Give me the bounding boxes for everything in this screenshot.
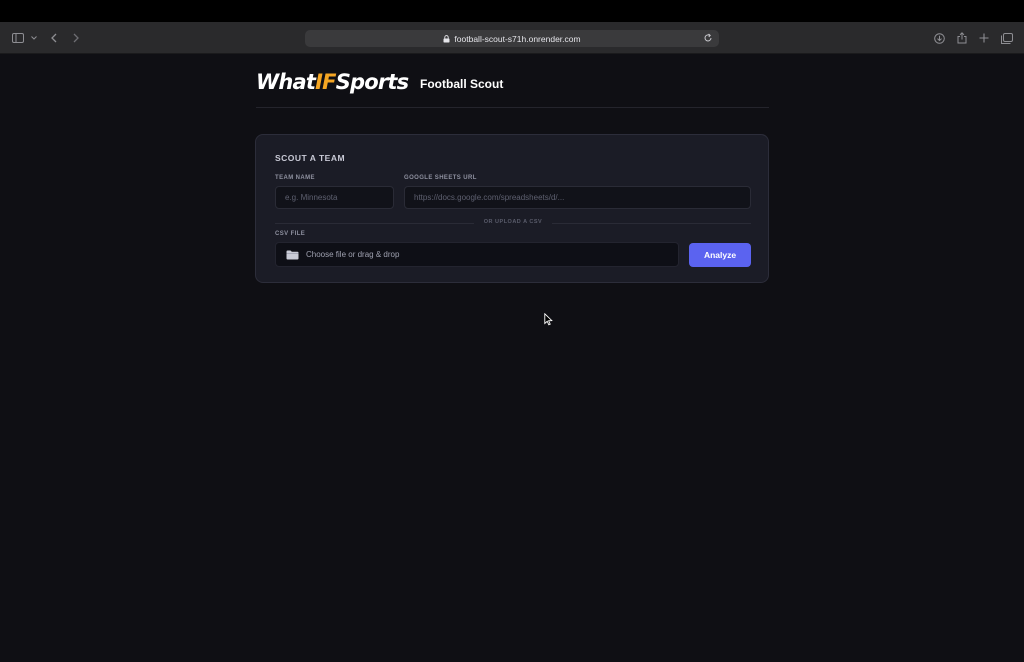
logo-what: What — [256, 70, 316, 94]
csv-file-dropzone[interactable]: Choose file or drag & drop — [275, 242, 679, 267]
page-content: WhatIFSports Football Scout SCOUT A TEAM… — [0, 54, 1024, 662]
folder-icon — [286, 250, 299, 259]
address-bar[interactable]: football-scout-s71h.onrender.com — [305, 30, 719, 47]
csv-file-prompt: Choose file or drag & drop — [306, 250, 400, 259]
divider-line-left — [275, 223, 474, 224]
new-tab-icon[interactable] — [979, 30, 989, 46]
download-icon[interactable] — [934, 30, 945, 46]
team-name-label: TEAM NAME — [275, 175, 315, 181]
team-name-input[interactable]: e.g. Minnesota — [275, 186, 394, 209]
card-title: SCOUT A TEAM — [275, 153, 346, 163]
tab-overview-icon[interactable] — [1001, 30, 1013, 46]
divider-line-right — [552, 223, 751, 224]
reload-icon[interactable] — [703, 33, 713, 43]
screen-top-bar — [0, 0, 1024, 22]
logo-if: IF — [315, 70, 336, 94]
sidebar-toggle-icon[interactable] — [12, 30, 24, 46]
sheets-url-input[interactable]: https://docs.google.com/spreadsheets/d/.… — [404, 186, 751, 209]
analyze-button[interactable]: Analyze — [689, 243, 751, 267]
lock-icon — [443, 34, 450, 42]
back-icon[interactable] — [51, 30, 57, 46]
csv-file-label: CSV FILE — [275, 231, 306, 237]
sheets-url-label: GOOGLE SHEETS URL — [404, 175, 477, 181]
logo-sports: Sports — [335, 70, 409, 94]
share-icon[interactable] — [957, 30, 967, 46]
mouse-cursor-icon — [544, 313, 553, 326]
upload-divider-text: OR UPLOAD A CSV — [483, 219, 543, 225]
whatifsports-logo[interactable]: WhatIFSports — [256, 70, 409, 94]
site-header: WhatIFSports Football Scout — [256, 68, 769, 108]
scout-team-card: SCOUT A TEAM TEAM NAME e.g. Minnesota GO… — [255, 134, 769, 283]
chevron-down-icon[interactable] — [31, 30, 37, 46]
page-title: Football Scout — [420, 77, 504, 91]
forward-icon[interactable] — [73, 30, 79, 46]
url-text: football-scout-s71h.onrender.com — [454, 33, 581, 44]
